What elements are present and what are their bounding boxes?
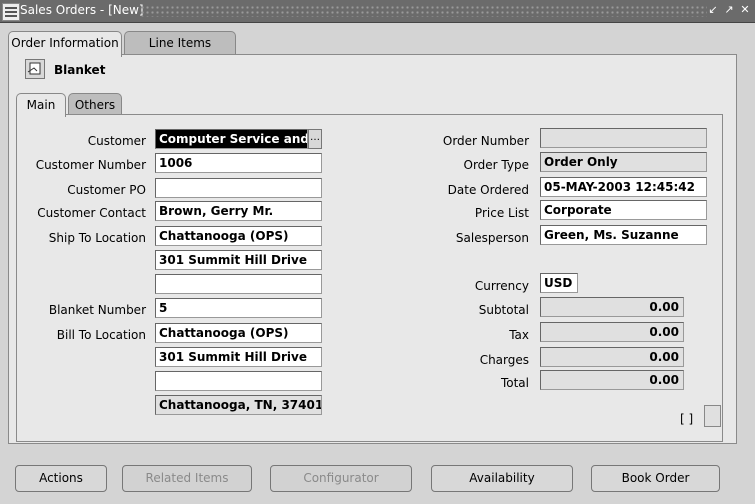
price-list-field[interactable]: Corporate [540,200,707,220]
title-bar-pattern [140,5,707,17]
ship-to-location-field[interactable]: Chattanooga (OPS) [155,226,322,246]
tab-order-information[interactable]: Order Information [8,31,122,57]
blanket-icon[interactable] [25,59,45,79]
subtab-main[interactable]: Main [16,93,66,117]
customer-lov-button[interactable]: … [308,129,322,149]
customer-contact-label: Customer Contact [37,206,146,220]
window-title: Sales Orders - [New] [20,3,144,17]
tax-field: 0.00 [540,322,684,342]
charges-field[interactable]: 0.00 [540,347,684,367]
subtab-others[interactable]: Others [68,93,122,116]
customer-contact-field[interactable]: Brown, Gerry Mr. [155,201,322,221]
subtotal-label: Subtotal [478,303,529,317]
tax-label: Tax [509,328,529,342]
total-field: 0.00 [540,370,684,390]
total-label: Total [500,376,529,390]
app-icon [2,3,20,21]
subtotal-field: 0.00 [540,297,684,317]
tab-line-items[interactable]: Line Items [124,31,236,54]
bill-to-location-label: Bill To Location [56,328,146,342]
close-icon[interactable]: ✕ [738,3,752,17]
customer-po-field[interactable] [155,178,322,198]
salesperson-label: Salesperson [455,231,529,245]
customer-number-field[interactable]: 1006 [155,153,322,173]
book-order-button[interactable]: Book Order [591,465,720,492]
ship-to-address-line1[interactable]: 301 Summit Hill Drive [155,250,322,270]
blanket-label: Blanket [54,63,106,77]
bill-to-address-line2[interactable] [155,371,322,391]
order-type-label: Order Type [463,158,529,172]
customer-label: Customer [87,134,146,148]
minimize-icon[interactable]: ↙ [706,3,720,17]
charges-label: Charges [479,353,529,367]
ship-to-address-line2[interactable] [155,274,322,294]
currency-label: Currency [474,279,529,293]
customer-field[interactable]: Computer Service and R [155,129,308,149]
date-ordered-label: Date Ordered [447,183,529,197]
descriptive-flexfield-label: [ ] [680,412,694,426]
configurator-button[interactable]: Configurator [270,465,412,492]
ship-to-location-label: Ship To Location [48,231,146,245]
blanket-number-label: Blanket Number [48,303,146,317]
customer-number-label: Customer Number [35,158,146,172]
currency-field[interactable]: USD [540,273,578,293]
related-items-button[interactable]: Related Items [122,465,252,492]
bill-to-address-line3: Chattanooga, TN, 37401, U [155,395,322,415]
price-list-label: Price List [474,206,529,220]
availability-button[interactable]: Availability [431,465,573,492]
blanket-number-field[interactable]: 5 [155,298,322,318]
order-type-field[interactable]: Order Only [540,152,707,172]
salesperson-field[interactable]: Green, Ms. Suzanne [540,225,707,245]
bill-to-address-line1[interactable]: 301 Summit Hill Drive [155,347,322,367]
customer-po-label: Customer PO [67,183,146,197]
order-number-label: Order Number [442,134,529,148]
date-ordered-field[interactable]: 05-MAY-2003 12:45:42 [540,177,707,197]
order-number-field [540,128,707,148]
window-title-bar: Sales Orders - [New] ↙ ↗ ✕ [0,0,755,23]
restore-icon[interactable]: ↗ [722,3,736,17]
descriptive-flexfield[interactable] [704,405,721,427]
actions-button[interactable]: Actions [15,465,107,492]
bill-to-location-field[interactable]: Chattanooga (OPS) [155,323,322,343]
